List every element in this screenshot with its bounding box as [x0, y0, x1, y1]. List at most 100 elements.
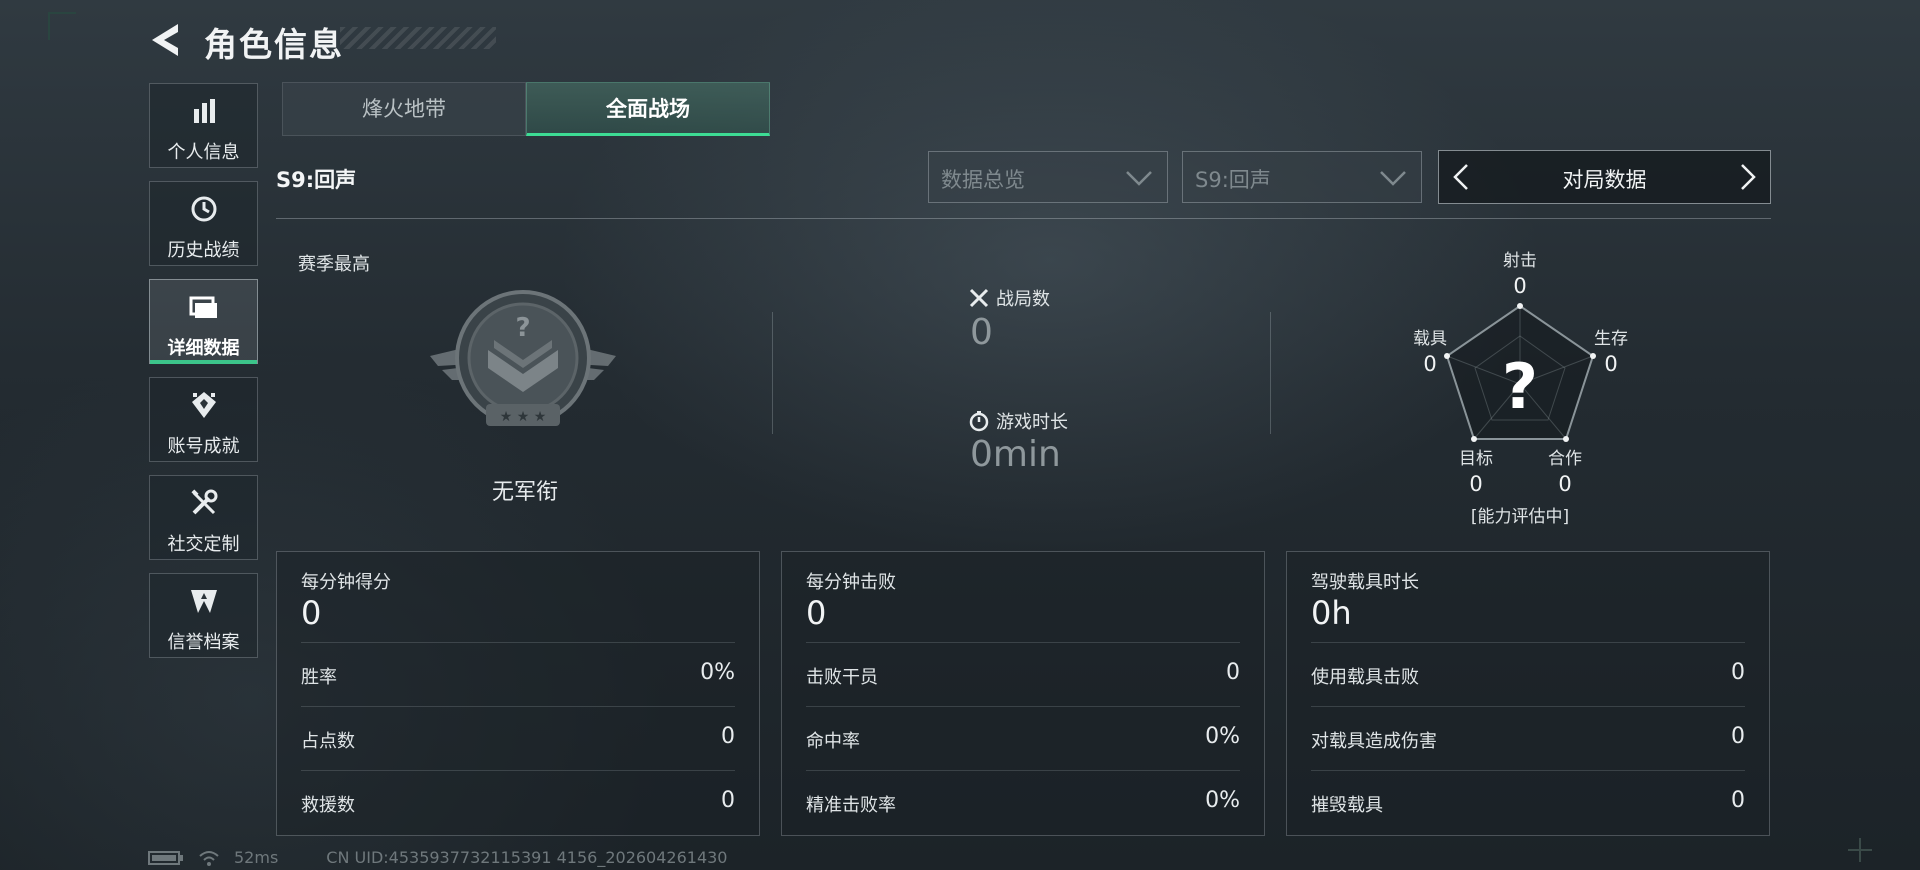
page-title: 角色信息 [204, 25, 344, 64]
card-value: 0h [1311, 594, 1352, 632]
stat-row: 精准击败率 0% [806, 770, 1240, 835]
stat-value: 0 [1731, 660, 1745, 685]
back-button[interactable] [148, 20, 184, 60]
stat-value: 0 [1226, 660, 1240, 685]
divider [276, 218, 1771, 219]
matches-stat: 战局数 [968, 285, 1050, 311]
mode-tabs: 烽火地带 全面战场 [282, 82, 770, 136]
matches-value: 0 [970, 312, 993, 353]
stat-label: 救援数 [301, 795, 355, 816]
stat-row: 击败干员 0 [806, 642, 1240, 707]
ability-radar: ? 射击 0 生存 0 合作 0 目标 0 载具 0 [能力评估中] [1400, 244, 1640, 534]
card-title: 驾驶载具时长 [1311, 572, 1419, 593]
uid-text: CN UID:4535937732115391 4156_20260426143… [326, 848, 728, 867]
nav-label: 账号成就 [167, 436, 240, 457]
card-value: 0 [806, 594, 827, 632]
stat-row: 对载具造成伤害 0 [1311, 706, 1745, 771]
radar-axis-value: 0 [1423, 352, 1437, 376]
stat-row: 使用载具击败 0 [1311, 642, 1745, 707]
stat-label: 胜率 [301, 667, 337, 688]
stat-row: 占点数 0 [301, 706, 735, 771]
plus-mark-icon [1848, 838, 1872, 862]
stat-value: 0 [1731, 724, 1745, 749]
stat-card-score: 每分钟得分 0 胜率 0% 占点数 0 救援数 0 [276, 551, 760, 836]
radar-axis-label: 目标 [1459, 449, 1493, 469]
stat-card-kills: 每分钟击败 0 击败干员 0 命中率 0% 精准击败率 0% [781, 551, 1265, 836]
svg-text:?: ? [515, 313, 530, 343]
crossed-swords-icon [969, 288, 989, 308]
radar-axis-value: 0 [1604, 352, 1618, 376]
season-best-label: 赛季最高 [298, 254, 370, 275]
card-title: 每分钟得分 [301, 572, 391, 593]
radar-axis-label: 合作 [1548, 449, 1582, 469]
season-dropdown[interactable]: S9:回声 [1182, 151, 1422, 203]
battery-icon [148, 850, 183, 865]
nav-item-profile[interactable]: 个人信息 [149, 83, 258, 168]
season-title: S9:回声 [276, 168, 357, 192]
card-value: 0 [301, 594, 322, 632]
stat-row: 命中率 0% [806, 706, 1240, 771]
radar-axis-value: 0 [1469, 472, 1483, 496]
nav-item-social[interactable]: 社交定制 [149, 475, 258, 560]
stat-value: 0 [721, 724, 735, 749]
nav-label: 信誉档案 [167, 632, 240, 653]
chevron-right-icon [1741, 164, 1756, 190]
nav-label: 详细数据 [167, 338, 240, 359]
radar-axis-value: 0 [1513, 274, 1527, 298]
stat-value: 0% [1205, 724, 1240, 749]
radar-axis-label: 射击 [1503, 251, 1537, 271]
radar-status: [能力评估中] [1470, 507, 1570, 527]
dropdown-value: 数据总览 [941, 168, 1025, 192]
stat-label: 击败干员 [806, 667, 878, 688]
radar-axis-label: 载具 [1413, 329, 1447, 349]
rank-name: 无军衔 [491, 480, 558, 505]
divider-vertical [1270, 312, 1271, 434]
history-clock-icon [150, 194, 257, 224]
stat-card-vehicle: 驾驶载具时长 0h 使用载具击败 0 对载具造成伤害 0 摧毁载具 0 [1286, 551, 1770, 836]
radar-axis-label: 生存 [1594, 329, 1628, 349]
back-arrow-icon [152, 24, 178, 56]
stat-value: 0 [721, 788, 735, 813]
rank-emblem-icon: ? ★ ★ ★ [428, 286, 618, 434]
card-title: 每分钟击败 [806, 572, 896, 593]
achievement-badge-icon [150, 390, 257, 420]
nav-label: 个人信息 [167, 142, 240, 163]
stat-label: 精准击败率 [806, 795, 896, 816]
playtime-label: 游戏时长 [996, 412, 1068, 433]
next-button[interactable] [1726, 151, 1770, 203]
title-decoration [340, 27, 496, 49]
playtime-stat: 游戏时长 [968, 408, 1068, 434]
nav-item-credit[interactable]: 信誉档案 [149, 573, 258, 658]
credit-emblem-icon [150, 586, 257, 616]
bar-chart-icon [150, 96, 257, 126]
divider-vertical [772, 312, 773, 434]
ping-value: 52ms [234, 848, 279, 867]
stat-type-label: 对局数据 [1562, 168, 1647, 192]
stopwatch-icon [969, 411, 989, 432]
chevron-down-icon [1126, 171, 1152, 186]
chevron-down-icon [1380, 171, 1406, 186]
overview-dropdown[interactable]: 数据总览 [928, 151, 1168, 203]
corner-frame-mark [48, 12, 76, 40]
nav-item-achievements[interactable]: 账号成就 [149, 377, 258, 462]
radar-axis-value: 0 [1558, 472, 1572, 496]
nav-item-history[interactable]: 历史战绩 [149, 181, 258, 266]
active-indicator [150, 360, 257, 364]
stat-label: 对载具造成伤害 [1311, 731, 1437, 752]
dropdown-value: S9:回声 [1195, 168, 1271, 192]
stat-value: 0% [1205, 788, 1240, 813]
nav-label: 历史战绩 [167, 240, 240, 261]
tab-warfare-zone[interactable]: 烽火地带 [282, 82, 526, 136]
stat-type-switcher: 对局数据 [1438, 150, 1771, 204]
tab-full-battlefield[interactable]: 全面战场 [526, 82, 770, 136]
stat-label: 使用载具击败 [1311, 667, 1419, 688]
nav-label: 社交定制 [167, 534, 240, 555]
stat-value: 0% [700, 660, 735, 685]
wifi-icon [199, 850, 219, 866]
stat-label: 摧毁载具 [1311, 795, 1383, 816]
stat-row: 摧毁载具 0 [1311, 770, 1745, 835]
stat-label: 占点数 [301, 731, 355, 752]
status-bar: 52ms CN UID:4535937732115391 4156_202604… [148, 848, 727, 867]
stat-row: 救援数 0 [301, 770, 735, 835]
nav-item-detailed-data[interactable]: 详细数据 [149, 279, 258, 364]
